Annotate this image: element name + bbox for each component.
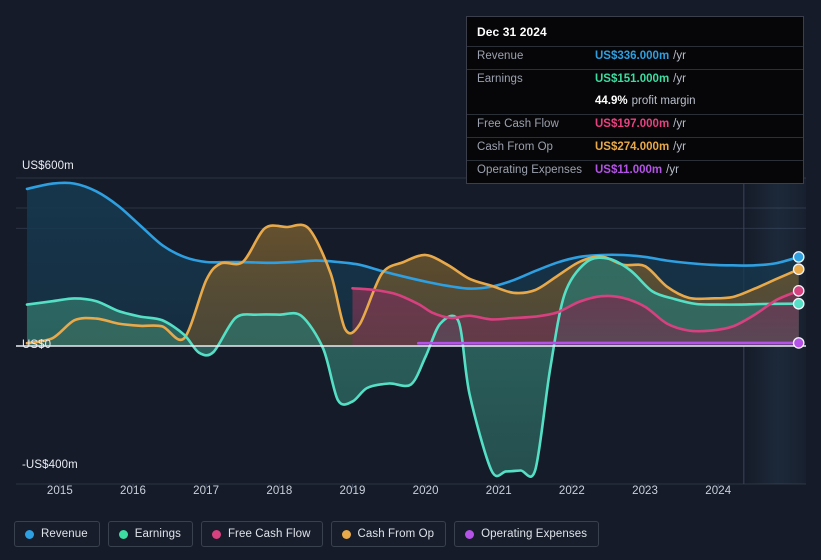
y-axis-label-bottom: -US$400m — [22, 459, 78, 471]
legend-color-swatch-icon — [465, 529, 475, 539]
tooltip-row-value: US$274.000m — [595, 141, 670, 153]
tooltip-row-label: Free Cash Flow — [477, 118, 559, 130]
legend-item-label: Earnings — [134, 528, 181, 540]
tooltip-row: 44.9% profit margin — [467, 92, 803, 114]
tooltip-row-unit: /yr — [673, 141, 686, 153]
legend-color-swatch-icon — [341, 529, 351, 539]
tooltip-row-label: Operating Expenses — [477, 164, 583, 176]
series-group — [25, 181, 800, 478]
tooltip-row: Free Cash Flow US$197.000m/yr — [467, 114, 803, 137]
tooltip-row-value: US$151.000m — [595, 73, 670, 85]
tooltip-row-value: US$197.000m — [595, 118, 670, 130]
x-axis-label-2015: 2015 — [46, 485, 73, 497]
endpoint-dot-operating-expenses — [792, 337, 805, 349]
tooltip-row-value: 44.9% — [595, 95, 628, 107]
x-tick-marks — [59, 484, 719, 489]
tooltip-row-unit: /yr — [666, 164, 679, 176]
y-axis-label-zero: US$0 — [22, 339, 52, 351]
tooltip-row-value: US$11.000m — [595, 164, 663, 176]
y-axis-label-top: US$600m — [22, 160, 74, 172]
x-axis-label-2024: 2024 — [705, 485, 732, 497]
x-axis-label-2016: 2016 — [120, 485, 147, 497]
legend-color-swatch-icon — [211, 529, 221, 539]
legend-item-free-cash-flow[interactable]: Free Cash Flow — [200, 521, 323, 547]
legend-item-cash-from-op[interactable]: Cash From Op — [330, 521, 447, 547]
endpoint-dot-cash-from-op — [792, 263, 805, 276]
tooltip-row: Cash From Op US$274.000m/yr — [467, 137, 803, 160]
chart-legend: Revenue Earnings Free Cash Flow Cash From O… — [14, 521, 600, 547]
legend-item-label: Operating Expenses — [481, 528, 588, 540]
legend-item-revenue[interactable]: Revenue — [14, 521, 100, 547]
endpoint-dot-earnings — [792, 297, 805, 310]
tooltip-row-value: US$336.000m — [595, 50, 670, 62]
endpoint-dot-free-cash-flow — [792, 284, 805, 297]
tooltip-row: Earnings US$151.000m/yr — [467, 69, 803, 92]
endpoint-dot-revenue — [792, 251, 805, 263]
x-axis-label-2022: 2022 — [558, 485, 585, 497]
x-axis-label-2019: 2019 — [339, 485, 366, 497]
tooltip-date: Dec 31 2024 — [477, 25, 547, 39]
tooltip-row: Revenue US$336.000m/yr — [467, 46, 803, 69]
tooltip-row-label: Cash From Op — [477, 141, 554, 153]
tooltip-rows: Revenue US$336.000m/yr Earnings US$151.000m… — [467, 46, 803, 183]
tooltip-row-unit: profit margin — [631, 95, 696, 107]
legend-color-swatch-icon — [25, 529, 34, 539]
x-axis-label-2017: 2017 — [193, 485, 220, 497]
legend-item-label: Free Cash Flow — [227, 528, 311, 540]
data-tooltip: Dec 31 2024 Revenue US$336.000m/yr Earning… — [466, 16, 804, 184]
x-axis-label-2020: 2020 — [412, 485, 439, 497]
x-axis-label-2018: 2018 — [266, 485, 293, 497]
tooltip-row-unit: /yr — [673, 118, 686, 130]
legend-item-operating-expenses[interactable]: Operating Expenses — [454, 521, 600, 547]
tooltip-row-label: Earnings — [477, 73, 523, 85]
financial-performance-chart: US$600m US$0 -US$400m 2015 2016 2017 2018 20… — [0, 0, 821, 560]
tooltip-row-unit: /yr — [673, 50, 686, 62]
x-axis-label-2021: 2021 — [485, 485, 512, 497]
tooltip-row: Operating Expenses US$11.000m/yr — [467, 160, 803, 183]
tooltip-row-unit: /yr — [673, 73, 686, 85]
legend-item-label: Cash From Op — [357, 528, 435, 540]
tooltip-row-label: Revenue — [477, 50, 524, 62]
legend-color-swatch-icon — [118, 529, 128, 539]
legend-item-label: Revenue — [41, 528, 88, 540]
x-axis-label-2023: 2023 — [632, 485, 659, 497]
legend-item-earnings[interactable]: Earnings — [107, 521, 193, 547]
